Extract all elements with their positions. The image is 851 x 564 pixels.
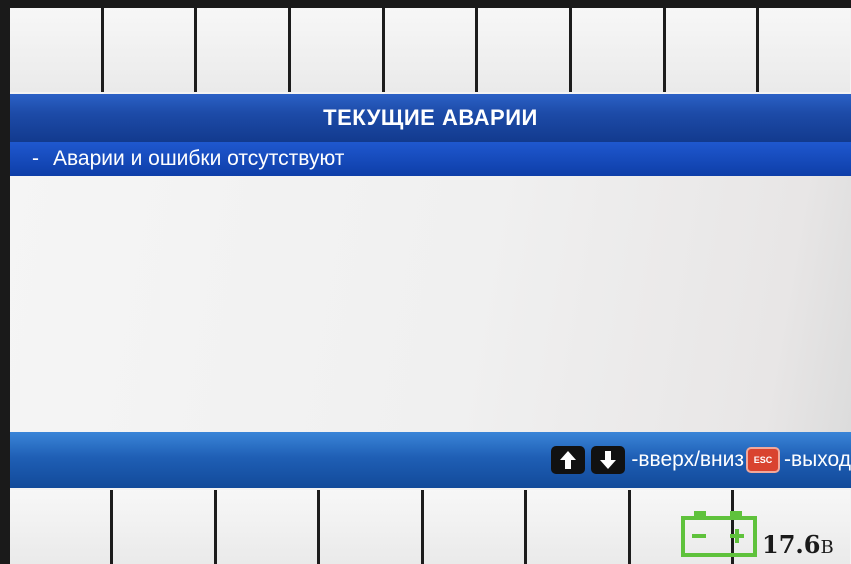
battery-icon <box>680 509 758 562</box>
battery-voltage: 17.6В <box>762 533 834 560</box>
page-title: ТЕКУЩИЕ АВАРИИ <box>323 105 538 130</box>
softkey-bottom-1[interactable] <box>10 490 111 564</box>
softkey-top-8[interactable] <box>665 8 757 92</box>
alarm-list: - Аварии и ошибки отсутствуют <box>10 142 851 432</box>
softkey-top-3[interactable] <box>197 8 289 92</box>
voltage-unit: В <box>820 537 834 558</box>
arrow-down-icon <box>591 446 626 474</box>
list-item-bullet: - <box>32 147 39 170</box>
status-bar: -вверх/вниз ESC -выход <box>10 432 851 488</box>
bezel-left <box>0 0 10 564</box>
title-bar: ТЕКУЩИЕ АВАРИИ <box>10 94 851 142</box>
softkey-top-4[interactable] <box>291 8 382 92</box>
alarm-list-item[interactable]: - Аварии и ошибки отсутствуют <box>10 142 851 176</box>
esc-key-icon: ESC <box>746 447 781 473</box>
softkey-top-2[interactable] <box>103 8 195 92</box>
battery-indicator: 17.6В <box>680 509 850 562</box>
softkey-bottom-2[interactable] <box>113 490 214 564</box>
softkey-top-6[interactable] <box>478 8 570 92</box>
softkey-top-5[interactable] <box>384 8 476 92</box>
softkey-top-7[interactable] <box>572 8 663 92</box>
nav-hint-text: -вверх/вниз <box>631 448 745 471</box>
softkey-bottom-6[interactable] <box>527 490 628 564</box>
voltage-value: 17.6 <box>762 530 821 559</box>
top-softkey-row <box>10 8 851 92</box>
list-item-text: Аварии и ошибки отсутствуют <box>53 147 345 170</box>
display-screen: ТЕКУЩИЕ АВАРИИ - Аварии и ошибки отсутст… <box>0 0 851 564</box>
softkey-top-1[interactable] <box>10 8 101 92</box>
arrow-up-icon <box>551 446 586 474</box>
softkey-bottom-5[interactable] <box>423 490 525 564</box>
exit-hint-text: -выход <box>784 448 851 471</box>
softkey-bottom-3[interactable] <box>216 490 318 564</box>
bezel-top <box>0 0 851 8</box>
softkey-bottom-4[interactable] <box>320 490 421 564</box>
softkey-top-9[interactable] <box>759 8 851 92</box>
